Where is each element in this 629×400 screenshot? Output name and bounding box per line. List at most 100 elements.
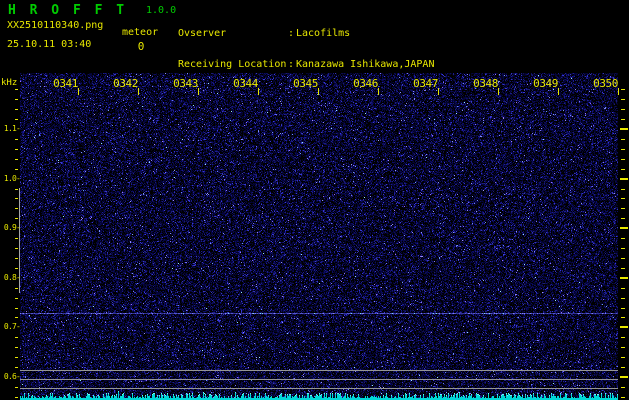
app-title: H R O F F T	[8, 3, 127, 18]
freq-tick-right-major	[620, 227, 628, 229]
freq-tick-right	[621, 149, 625, 150]
freq-tick-left	[15, 248, 18, 249]
observation-datetime: 25.10.11 03:40	[7, 39, 91, 50]
time-label: 0343	[170, 79, 198, 89]
spectrogram-canvas	[20, 73, 618, 400]
freq-tick-right	[621, 268, 625, 269]
freq-tick-right	[621, 387, 625, 388]
freq-tick-left	[15, 347, 18, 348]
freq-tick-right	[621, 218, 625, 219]
time-label: 0347	[410, 79, 438, 89]
freq-tick-left	[15, 357, 18, 358]
time-tick	[558, 88, 559, 95]
freq-tick-right	[621, 248, 625, 249]
info-row-location: Receiving Location:Kanazawa Ishikawa,JAP…	[178, 60, 434, 70]
freq-tick-left	[15, 298, 18, 299]
freq-tick-right	[621, 288, 625, 289]
freq-tick-right	[621, 238, 625, 239]
freq-tick-left	[15, 218, 18, 219]
freq-tick-right	[621, 119, 625, 120]
freq-tick-right-major	[620, 326, 628, 328]
freq-tick-right	[621, 337, 625, 338]
time-tick	[258, 88, 259, 95]
freq-tick-right	[621, 258, 625, 259]
freq-tick-left	[15, 268, 18, 269]
frequency-unit-label: kHz	[1, 78, 17, 88]
freq-tick-right	[621, 109, 625, 110]
freq-tick-left	[15, 149, 18, 150]
info-separator: :	[288, 29, 296, 39]
freq-tick-right	[621, 89, 625, 90]
time-tick	[138, 88, 139, 95]
freq-tick-right	[621, 99, 625, 100]
freq-tick-left	[15, 317, 18, 318]
freq-tick-right	[621, 169, 625, 170]
freq-tick-right	[621, 367, 625, 368]
freq-tick-right	[621, 139, 625, 140]
freq-tick-left	[15, 89, 18, 90]
time-label: 0341	[50, 79, 78, 89]
freq-tick-right-major	[620, 128, 628, 130]
mode-label: meteor	[122, 27, 158, 38]
time-label: 0344	[230, 79, 258, 89]
freq-tick-right	[621, 189, 625, 190]
freq-tick-right	[621, 357, 625, 358]
time-tick	[618, 88, 619, 95]
y-axis-label: 0.8-	[0, 273, 20, 282]
time-tick	[198, 88, 199, 95]
freq-tick-right	[621, 198, 625, 199]
freq-tick-left	[15, 308, 18, 309]
freq-tick-left	[15, 337, 18, 338]
freq-tick-right	[621, 397, 625, 398]
freq-tick-right	[621, 298, 625, 299]
freq-tick-left	[15, 169, 18, 170]
freq-tick-left	[15, 258, 18, 259]
freq-tick-left	[15, 189, 18, 190]
y-axis-label: 0.6-	[0, 372, 20, 381]
info-label: Receiving Location	[178, 60, 288, 70]
y-axis-label: 0.9-	[0, 223, 20, 232]
freq-tick-right-major	[620, 178, 628, 180]
time-tick	[498, 88, 499, 95]
app-version: 1.0.0	[146, 5, 176, 16]
freq-tick-left	[15, 208, 18, 209]
time-tick	[318, 88, 319, 95]
freq-tick-left	[15, 109, 18, 110]
freq-tick-left	[15, 198, 18, 199]
freq-tick-right-major	[620, 376, 628, 378]
freq-tick-left	[15, 367, 18, 368]
freq-tick-left	[15, 387, 18, 388]
freq-tick-right	[621, 308, 625, 309]
y-axis-label: 1.1-	[0, 124, 20, 133]
freq-tick-right-major	[620, 277, 628, 279]
y-axis-label: 1.0-	[0, 174, 20, 183]
info-separator: :	[288, 60, 296, 70]
freq-tick-left	[15, 397, 18, 398]
info-value: Lacofilms	[296, 28, 350, 39]
info-row-observer: Ovserver:Lacofilms	[178, 29, 434, 39]
freq-tick-right	[621, 347, 625, 348]
freq-tick-left	[15, 159, 18, 160]
output-filename: XX2510110340.png	[7, 20, 103, 31]
meteor-count-value: 0	[118, 40, 164, 53]
freq-tick-right	[621, 159, 625, 160]
time-label: 0350	[590, 79, 618, 89]
time-label: 0348	[470, 79, 498, 89]
freq-tick-right	[621, 317, 625, 318]
time-label: 0342	[110, 79, 138, 89]
info-label: Ovserver	[178, 29, 288, 39]
freq-tick-left	[15, 139, 18, 140]
freq-tick-left	[15, 238, 18, 239]
hrofft-window: H R O F F T 1.0.0 XX2510110340.png meteo…	[0, 0, 629, 400]
time-tick	[78, 88, 79, 95]
freq-tick-left	[15, 288, 18, 289]
freq-tick-left	[15, 99, 18, 100]
freq-tick-right	[621, 208, 625, 209]
time-tick	[378, 88, 379, 95]
y-axis-label: 0.7-	[0, 322, 20, 331]
info-value: Kanazawa Ishikawa,JAPAN	[296, 59, 434, 70]
freq-tick-left	[15, 119, 18, 120]
time-tick	[438, 88, 439, 95]
time-label: 0345	[290, 79, 318, 89]
time-label: 0346	[350, 79, 378, 89]
